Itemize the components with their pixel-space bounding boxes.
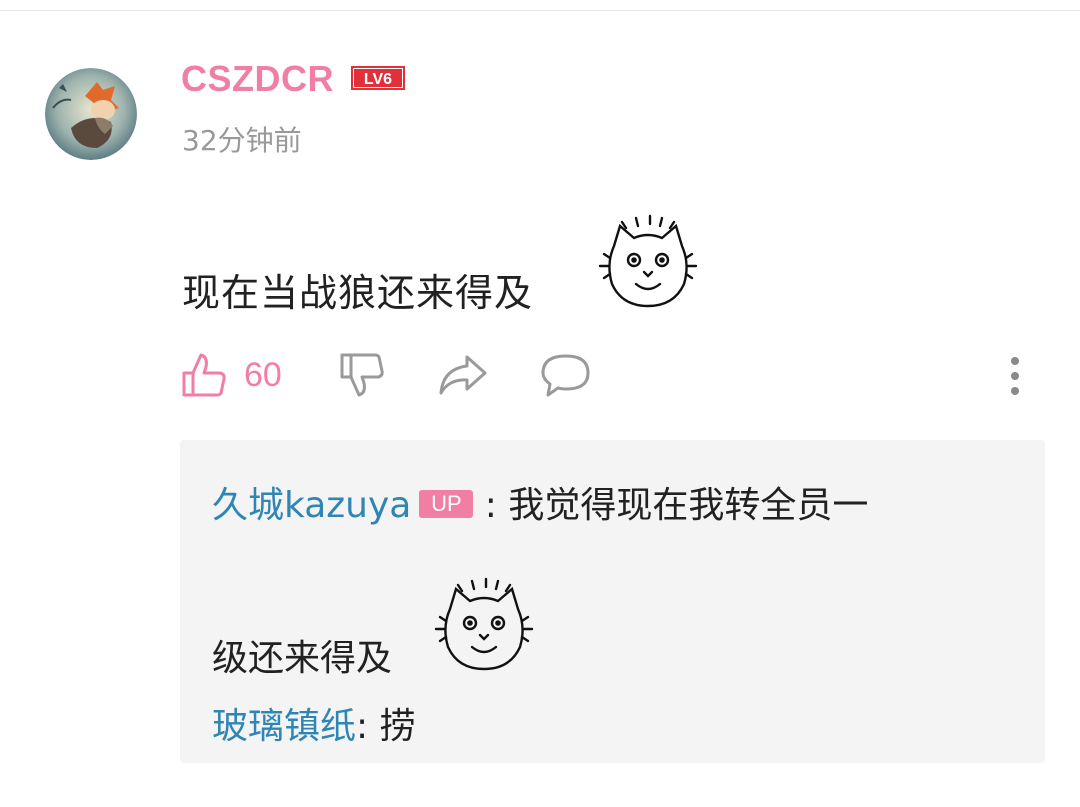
level-badge: LV6 [351,66,405,90]
reply-separator: : [356,706,380,747]
comment-page: CSZDCR LV6 32分钟前 现在当战狼还来得及 60 久城kazuya U… [0,0,1080,807]
comment-username[interactable]: CSZDCR [181,58,334,100]
comment-text: 现在当战狼还来得及 [182,271,534,315]
reply-author[interactable]: 玻璃镇纸 [212,706,356,747]
comment-action-bar: 60 [0,345,1080,407]
reply-text-continued: 级还来得及 [212,638,393,679]
top-divider [0,10,1080,11]
level-badge-text: LV6 [364,71,392,88]
cat-face-sticker [596,214,700,314]
reply-separator: : [473,485,509,526]
reply-text: 捞 [379,706,416,747]
comment-icon[interactable] [540,351,592,399]
avatar[interactable] [45,68,137,160]
comment-timestamp: 32分钟前 [182,124,302,157]
thumbs-down-icon[interactable] [338,351,386,399]
reply-item: 玻璃镇纸: 捞 [212,697,416,749]
replies-box[interactable]: 久城kazuya UP : 我觉得现在我转全员一 级还来得及 玻璃镇纸: 捞 [180,440,1045,763]
share-icon[interactable] [437,351,489,399]
up-badge: UP [419,490,474,518]
thumbs-up-icon[interactable] [180,351,228,399]
more-vertical-icon[interactable] [1000,351,1030,401]
reply-text: 我觉得现在我转全员一 [508,485,869,526]
reply-author[interactable]: 久城kazuya [212,485,411,526]
cat-face-sticker [432,577,536,677]
like-count: 60 [244,356,282,394]
reply-item: 久城kazuya UP : 我觉得现在我转全员一 [212,476,868,528]
